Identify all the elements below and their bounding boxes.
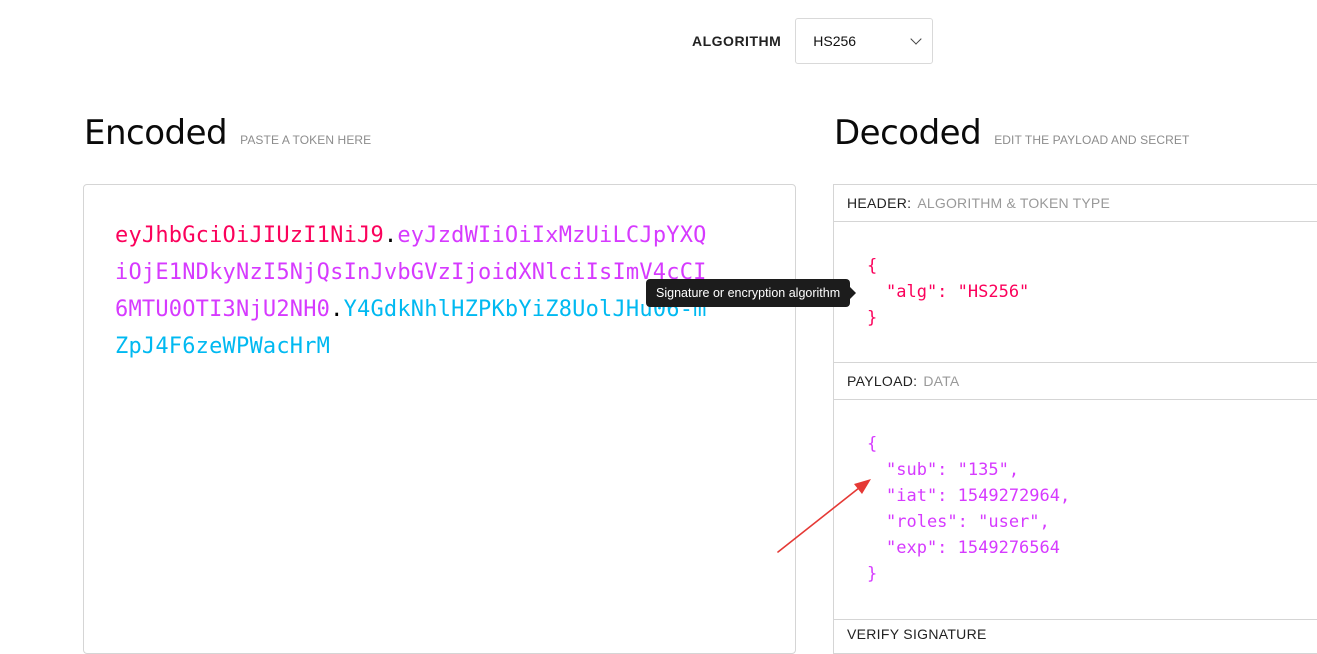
- token-header-part: eyJhbGciOiJIUzI1NiJ9: [115, 223, 384, 248]
- json-line: "exp": 1549276564: [886, 538, 1060, 558]
- json-line: }: [867, 308, 878, 328]
- header-json-editor[interactable]: { "alg": "HS256" }: [834, 222, 1317, 363]
- algorithm-select[interactable]: HS256: [795, 18, 934, 64]
- header-panel-description: ALGORITHM & TOKEN TYPE: [917, 195, 1111, 211]
- json-line: "roles": "user",: [886, 512, 1050, 532]
- payload-panel-heading: PAYLOAD: DATA: [834, 363, 1317, 400]
- payload-json-editor[interactable]: { "sub": "135", "iat": 1549272964, "role…: [834, 400, 1317, 620]
- decoded-title: Decoded: [834, 113, 982, 153]
- payload-panel-label: PAYLOAD:: [847, 373, 918, 389]
- arrow-shaft: [777, 483, 865, 553]
- token-separator: .: [383, 223, 398, 248]
- decoded-subtitle: EDIT THE PAYLOAD AND SECRET: [994, 133, 1190, 147]
- encoded-section-title: Encoded PASTE A TOKEN HERE: [84, 113, 371, 153]
- signature-panel-heading: VERIFY SIGNATURE: [834, 620, 1317, 640]
- json-line: "sub": "135",: [886, 460, 1020, 480]
- payload-panel-description: DATA: [923, 373, 960, 389]
- arrow-annotation-icon: [777, 479, 871, 553]
- json-line: {: [867, 434, 878, 454]
- decoded-section-title: Decoded EDIT THE PAYLOAD AND SECRET: [834, 113, 1189, 153]
- json-line: "alg": "HS256": [886, 282, 1030, 302]
- algorithm-selector-row: ALGORITHM HS256: [692, 17, 934, 65]
- algorithm-tooltip: Signature or encryption algorithm: [646, 279, 857, 307]
- json-line: "iat": 1549272964,: [886, 486, 1071, 506]
- json-line: {: [867, 256, 878, 276]
- arrow-head: [854, 479, 871, 494]
- encoded-subtitle: PASTE A TOKEN HERE: [240, 133, 372, 147]
- encoded-token-editor[interactable]: eyJhbGciOiJIUzI1NiJ9.eyJzdWIiOiIxMzUiLCJ…: [83, 184, 796, 654]
- json-line: }: [867, 564, 878, 584]
- encoded-token-text[interactable]: eyJhbGciOiJIUzI1NiJ9.eyJzdWIiOiIxMzUiLCJ…: [115, 217, 715, 365]
- tooltip-text: Signature or encryption algorithm: [656, 286, 841, 300]
- header-panel-heading: HEADER: ALGORITHM & TOKEN TYPE: [834, 185, 1317, 222]
- decoded-panel: HEADER: ALGORITHM & TOKEN TYPE { "alg": …: [833, 184, 1317, 654]
- algorithm-label: ALGORITHM: [692, 33, 782, 49]
- header-panel-label: HEADER:: [847, 195, 912, 211]
- chevron-down-icon: [910, 33, 922, 45]
- token-separator: .: [330, 297, 344, 322]
- algorithm-selected-value: HS256: [813, 33, 857, 49]
- signature-panel-label: VERIFY SIGNATURE: [847, 626, 987, 640]
- encoded-title: Encoded: [84, 113, 228, 153]
